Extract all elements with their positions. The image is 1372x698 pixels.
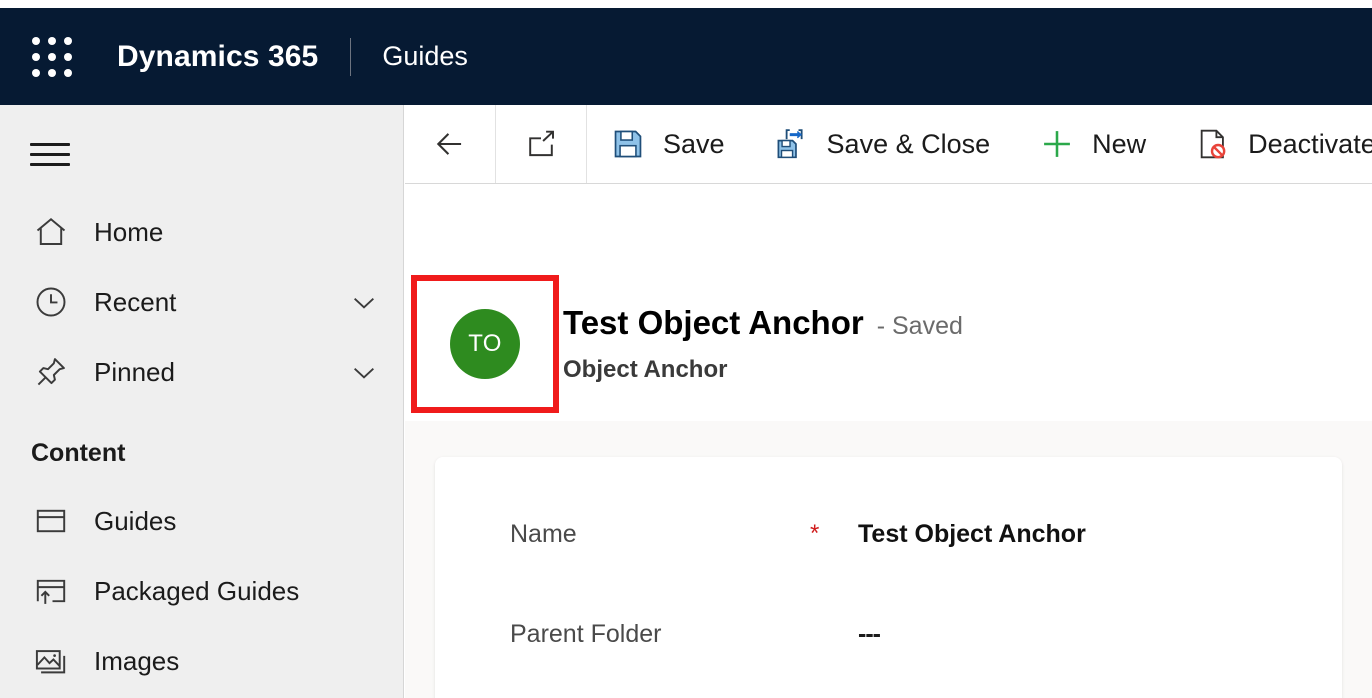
page-title: Test Object Anchor — [563, 304, 864, 341]
avatar: TO — [450, 309, 520, 379]
save-and-close-button-label: Save & Close — [826, 128, 991, 159]
sidebar-item-images[interactable]: Images — [0, 626, 403, 696]
deactivate-button[interactable]: Deactivate — [1172, 105, 1372, 183]
popout-icon — [522, 125, 560, 163]
hamburger-icon[interactable] — [30, 137, 70, 171]
form-body: Name * Test Object Anchor Parent Folder … — [405, 421, 1372, 698]
app-launcher-icon[interactable] — [28, 33, 76, 81]
save-and-close-button[interactable]: Save & Close — [751, 105, 1017, 183]
record-header: TO Test Object Anchor - Saved Object Anc… — [405, 184, 1372, 499]
save-and-close-icon — [773, 125, 811, 163]
sidebar-item-home[interactable]: Home — [0, 197, 403, 267]
top-brand-bar: Dynamics 365 Guides — [0, 8, 1372, 105]
sidebar-item-label: Home — [94, 216, 164, 247]
main-content: Save Save & Close New Deactivate TO Test… — [405, 105, 1372, 698]
arrow-left-icon — [431, 125, 469, 163]
record-subtitle: Object Anchor — [563, 356, 728, 383]
name-field-value[interactable]: Test Object Anchor — [858, 520, 1086, 549]
field-row: Name * Test Object Anchor — [435, 497, 1342, 571]
new-button[interactable]: New — [1016, 105, 1172, 183]
clock-icon — [30, 281, 72, 323]
window-upload-icon — [30, 570, 72, 612]
back-button[interactable] — [405, 105, 496, 183]
chevron-down-icon[interactable] — [347, 285, 381, 319]
command-bar: Save Save & Close New Deactivate — [405, 105, 1372, 184]
sidebar-item-packaged-guides[interactable]: Packaged Guides — [0, 556, 403, 626]
sidebar-nav-list: Home Recent Pinned — [0, 197, 403, 407]
required-indicator: * — [810, 520, 820, 547]
record-title-block: Test Object Anchor - Saved Object Anchor — [563, 304, 963, 384]
app-name-label[interactable]: Guides — [382, 41, 468, 72]
general-section-card: Name * Test Object Anchor Parent Folder … — [435, 457, 1342, 698]
sidebar-section-title: Content — [31, 439, 126, 467]
images-icon — [30, 640, 72, 682]
home-icon — [30, 211, 72, 253]
field-row: Parent Folder --- — [435, 597, 1342, 671]
deactivate-button-label: Deactivate — [1248, 128, 1372, 159]
sidebar: Home Recent Pinned Content Guides Packag… — [0, 105, 404, 698]
sidebar-item-guides[interactable]: Guides — [0, 486, 403, 556]
brand-title[interactable]: Dynamics 365 — [117, 40, 318, 74]
sidebar-item-label: Guides — [94, 505, 177, 536]
sidebar-item-pinned[interactable]: Pinned — [0, 337, 403, 407]
plus-icon — [1038, 125, 1076, 163]
sidebar-item-label: Pinned — [94, 356, 175, 387]
sidebar-item-label: Recent — [94, 286, 177, 317]
sidebar-item-label: Packaged Guides — [94, 575, 300, 606]
pin-icon — [30, 351, 72, 393]
sidebar-item-recent[interactable]: Recent — [0, 267, 403, 337]
window-icon — [30, 500, 72, 542]
app-root: Dynamics 365 Guides Home Recent Pinned C… — [0, 0, 1372, 698]
chevron-down-icon[interactable] — [347, 355, 381, 389]
name-field-label: Name — [510, 519, 577, 548]
deactivate-document-icon — [1194, 125, 1232, 163]
brand-divider — [350, 37, 352, 76]
sidebar-content-list: Guides Packaged Guides Images — [0, 486, 403, 696]
parent-folder-field-label: Parent Folder — [510, 619, 662, 648]
status-badge: - Saved — [876, 312, 963, 340]
avatar-highlight-box: TO — [411, 275, 559, 413]
new-button-label: New — [1092, 128, 1147, 159]
save-button[interactable]: Save — [587, 105, 751, 183]
sidebar-item-label: Images — [94, 645, 180, 676]
save-button-label: Save — [663, 128, 725, 159]
parent-folder-field-value[interactable]: --- — [858, 620, 881, 649]
popout-button[interactable] — [496, 105, 587, 183]
save-floppy-icon — [609, 125, 647, 163]
